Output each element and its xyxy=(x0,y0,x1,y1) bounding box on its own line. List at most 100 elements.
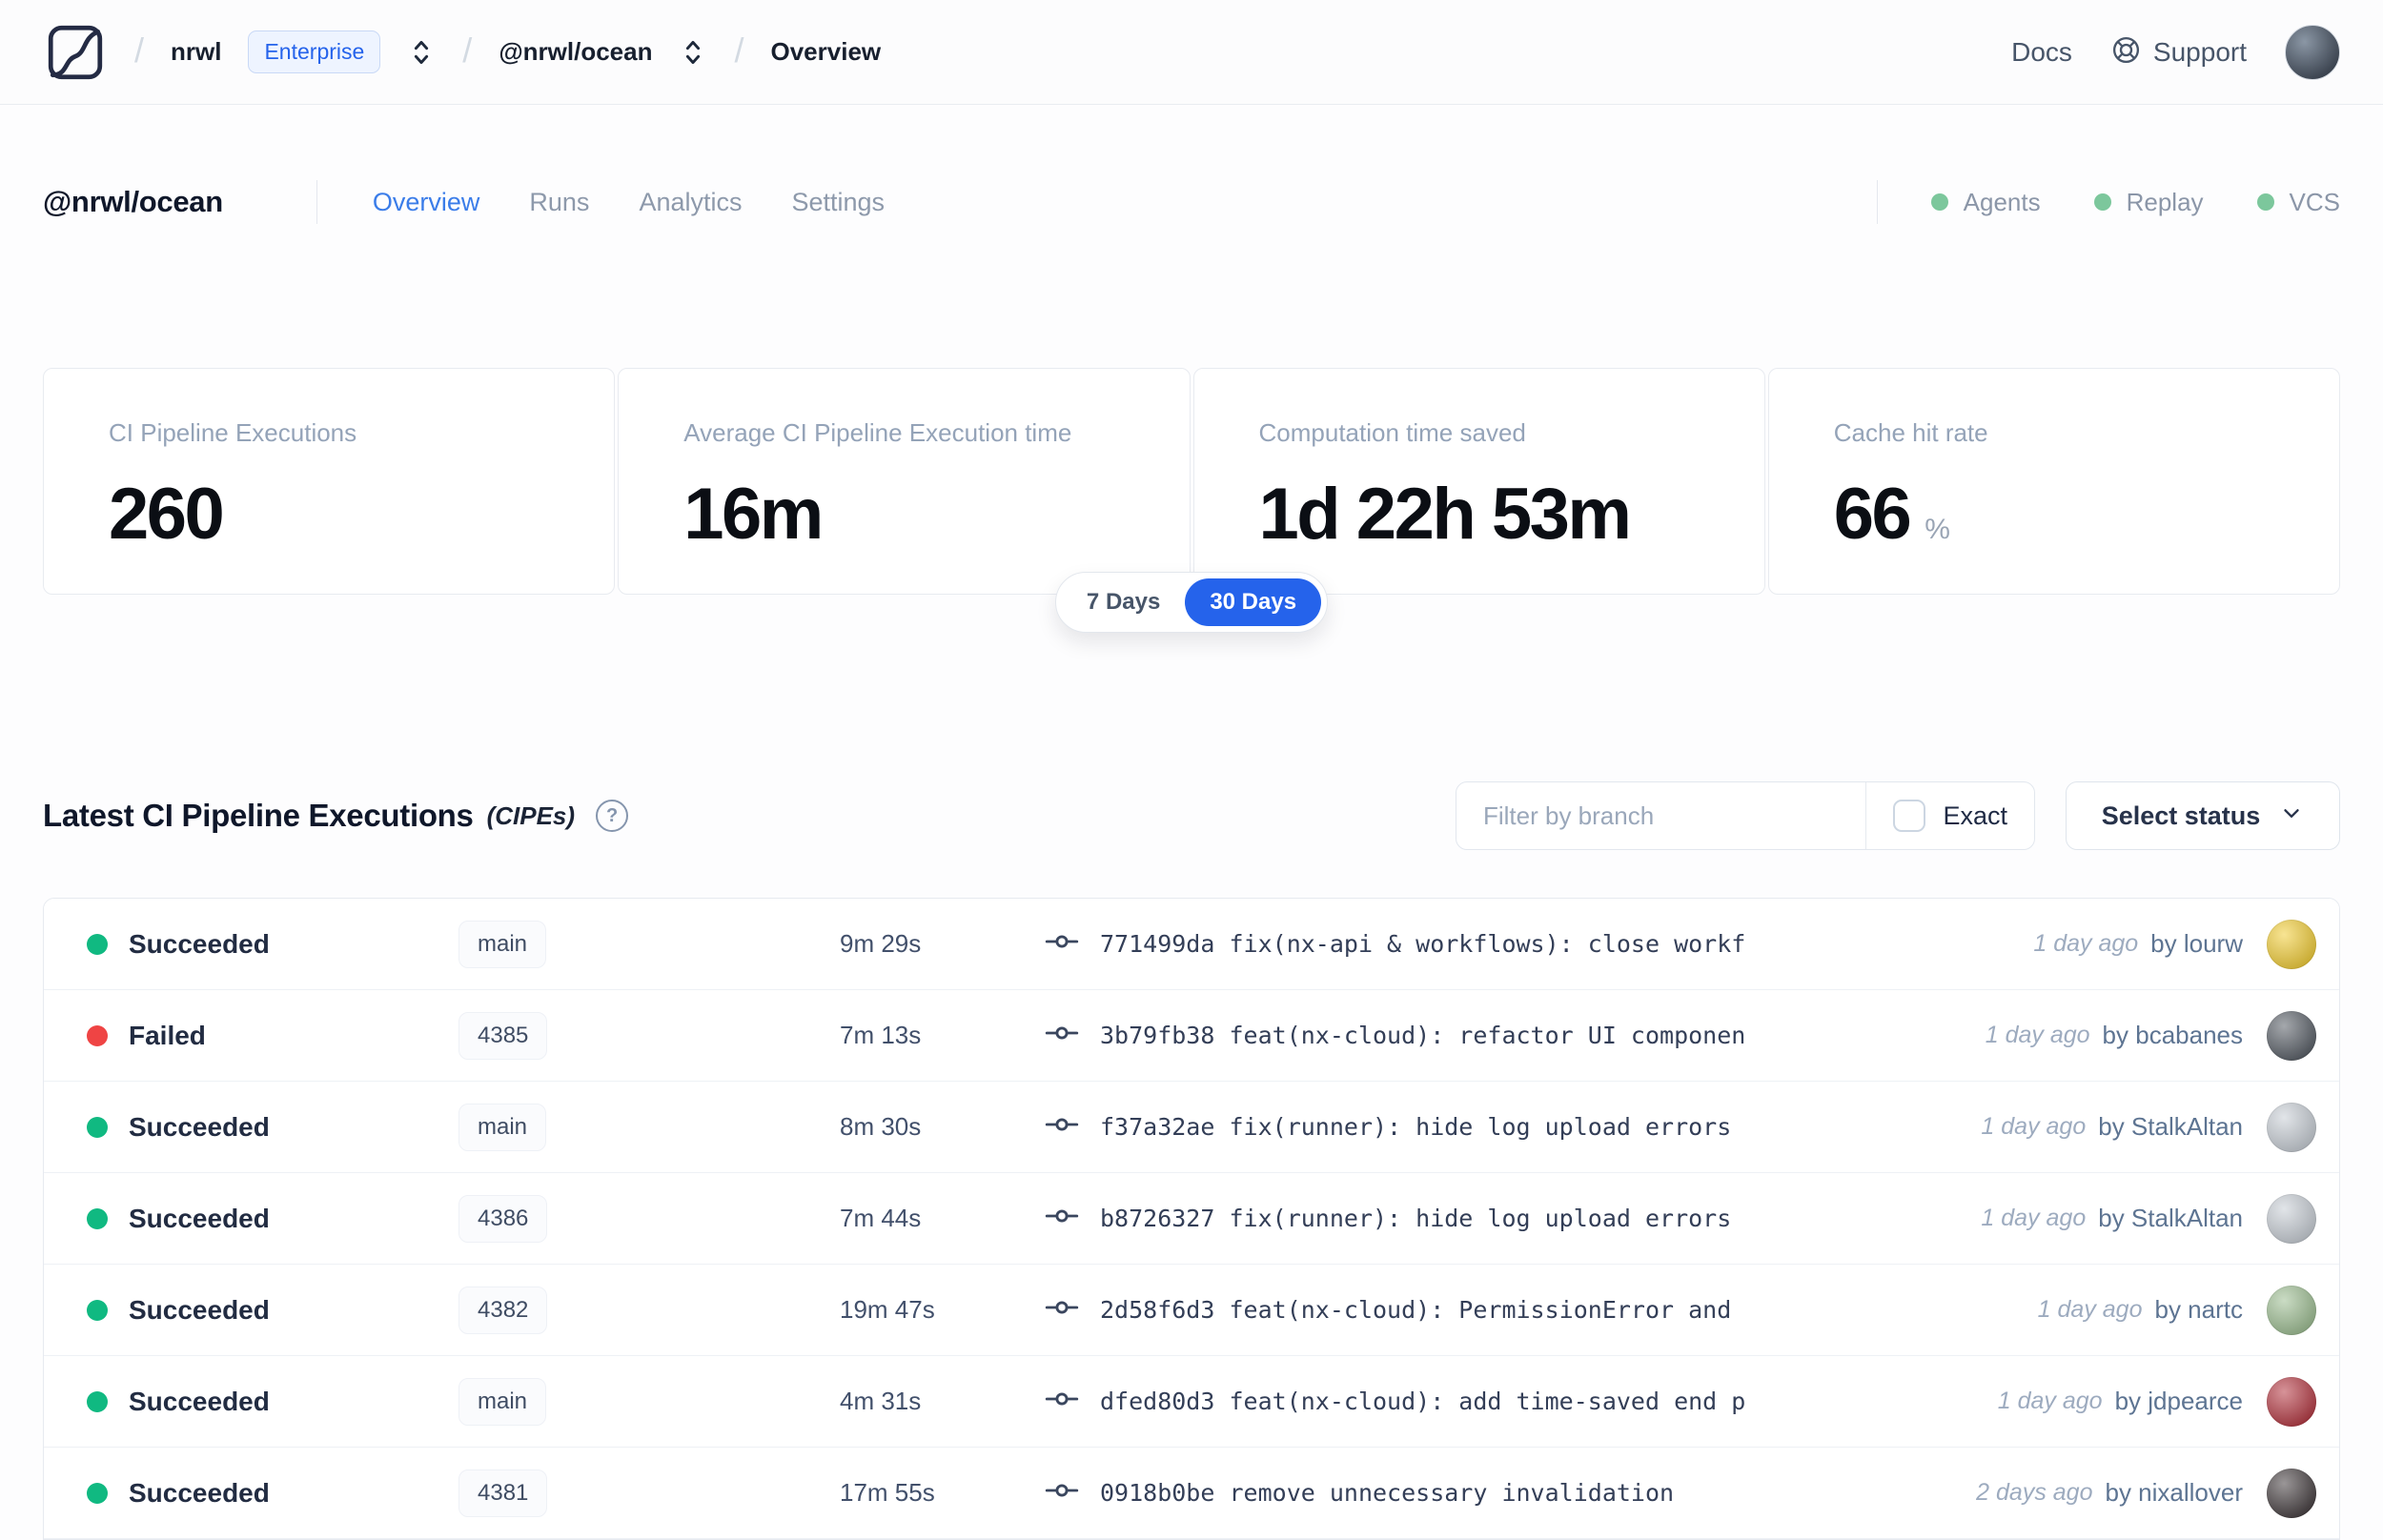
duration: 7m 13s xyxy=(840,1021,922,1049)
topbar: / nrwl Enterprise / @nrwl/ocean / Overvi… xyxy=(0,0,2383,105)
status-label: Succeeded xyxy=(129,1386,270,1416)
avatar[interactable] xyxy=(2267,1102,2316,1152)
table-row[interactable]: Succeeded main 8m 30s f37a32ae fix(runne… xyxy=(44,1082,2339,1173)
status-label: Succeeded xyxy=(129,1477,270,1508)
git-commit-icon xyxy=(1045,1016,1079,1055)
breadcrumb-org[interactable]: nrwl xyxy=(171,37,221,67)
status-label: Succeeded xyxy=(129,1294,270,1325)
status-dot xyxy=(87,933,108,955)
branch-badge[interactable]: main xyxy=(458,920,547,968)
green-status-dot xyxy=(1930,193,1948,211)
docs-link[interactable]: Docs xyxy=(2011,37,2072,68)
commit-message[interactable]: 0918b0be remove unnecessary invalidation xyxy=(1100,1479,1674,1507)
status-label: Failed xyxy=(129,1020,206,1050)
branch-badge[interactable]: 4382 xyxy=(458,1286,548,1334)
commit-message[interactable]: 771499da fix(nx-api & workflows): close … xyxy=(1100,930,1744,958)
table-row[interactable]: Succeeded main 4m 31s dfed80d3 feat(nx-c… xyxy=(44,1356,2339,1448)
status-agents: Agents xyxy=(1930,188,2041,217)
tab-settings[interactable]: Settings xyxy=(791,188,885,217)
status-dot xyxy=(87,1482,108,1504)
duration: 7m 44s xyxy=(840,1204,922,1232)
help-icon[interactable]: ? xyxy=(596,800,629,832)
branch-badge[interactable]: 4381 xyxy=(458,1469,548,1517)
breadcrumb-workspace[interactable]: @nrwl/ocean xyxy=(499,37,652,67)
divider xyxy=(316,180,317,224)
stat-card-computation-time-saved: Computation time saved 1d 22h 53m xyxy=(1192,368,1765,595)
branch-filter-input[interactable] xyxy=(1456,782,1866,849)
table-row[interactable]: Succeeded 4386 7m 44s b8726327 fix(runne… xyxy=(44,1173,2339,1265)
duration: 9m 29s xyxy=(840,929,922,958)
status-label: Succeeded xyxy=(129,1111,270,1142)
avatar[interactable] xyxy=(2267,1010,2316,1061)
section-title-note: (CIPEs) xyxy=(486,800,576,830)
avatar[interactable] xyxy=(2267,1376,2316,1427)
commit-message[interactable]: b8726327 fix(runner): hide log upload er… xyxy=(1100,1205,1744,1232)
cipe-table-body: Succeeded main 9m 29s 771499da fix(nx-ap… xyxy=(44,899,2339,1539)
green-status-dot xyxy=(2093,193,2111,211)
breadcrumb: / nrwl Enterprise / @nrwl/ocean / Overvi… xyxy=(43,20,881,85)
branch-badge[interactable]: main xyxy=(458,1103,547,1151)
time-ago: 1 day ago xyxy=(2037,1296,2143,1323)
duration: 4m 31s xyxy=(840,1387,922,1415)
commit-message[interactable]: 3b79fb38 feat(nx-cloud): refactor UI com… xyxy=(1100,1022,1744,1049)
workspace-header: @nrwl/ocean Overview Runs Analytics Sett… xyxy=(0,158,2383,246)
avatar[interactable] xyxy=(2267,1193,2316,1244)
org-switcher-icon[interactable] xyxy=(407,36,436,69)
stat-label: Average CI Pipeline Execution time xyxy=(683,418,1072,447)
tab-analytics[interactable]: Analytics xyxy=(639,188,742,217)
tab-runs[interactable]: Runs xyxy=(529,188,589,217)
avatar[interactable] xyxy=(2267,919,2316,969)
toggle-7-days[interactable]: 7 Days xyxy=(1062,578,1185,626)
branch-badge[interactable]: 4385 xyxy=(458,1011,548,1060)
enterprise-badge: Enterprise xyxy=(248,30,381,73)
nx-cloud-logo-icon[interactable] xyxy=(43,20,108,85)
status-label: Succeeded xyxy=(129,1203,270,1233)
status-dot xyxy=(87,1024,108,1046)
avatar[interactable] xyxy=(2267,1468,2316,1518)
support-link[interactable]: Support xyxy=(2110,34,2247,71)
select-status-dropdown[interactable]: Select status xyxy=(2066,781,2340,850)
branch-badge[interactable]: main xyxy=(458,1377,547,1426)
exact-checkbox[interactable] xyxy=(1893,800,1926,832)
section-title: Latest CI Pipeline Executions xyxy=(43,798,474,833)
cipe-table: Succeeded main 9m 29s 771499da fix(nx-ap… xyxy=(43,898,2340,1540)
stats-cards: CI Pipeline Executions 260 Average CI Pi… xyxy=(43,368,2340,595)
stat-label: Computation time saved xyxy=(1258,418,1526,447)
author: by StalkAltan xyxy=(2098,1204,2243,1232)
git-commit-icon xyxy=(1045,1290,1079,1329)
exact-toggle[interactable]: Exact xyxy=(1866,782,2034,849)
commit-message[interactable]: 2d58f6d3 feat(nx-cloud): PermissionError… xyxy=(1100,1296,1744,1324)
author: by jdpearce xyxy=(2114,1387,2243,1415)
stat-card-ci-pipeline-executions: CI Pipeline Executions 260 xyxy=(43,368,616,595)
workspace-switcher-icon[interactable] xyxy=(679,36,707,69)
green-status-dot xyxy=(2256,193,2274,211)
stat-label: Cache hit rate xyxy=(1833,418,1988,447)
commit-message[interactable]: f37a32ae fix(runner): hide log upload er… xyxy=(1100,1113,1744,1141)
time-ago: 1 day ago xyxy=(2033,930,2139,957)
status-dot xyxy=(87,1207,108,1229)
cipe-section-header: Latest CI Pipeline Executions (CIPEs) ? … xyxy=(43,781,2340,850)
table-row[interactable]: Succeeded 4381 17m 55s 0918b0be remove u… xyxy=(44,1448,2339,1539)
date-range-toggle: 7 Days 30 Days xyxy=(1054,572,1329,633)
avatar[interactable] xyxy=(2267,1285,2316,1335)
commit-hash: dfed80d3 xyxy=(1100,1388,1215,1415)
commit-hash: b8726327 xyxy=(1100,1205,1215,1232)
tab-overview[interactable]: Overview xyxy=(373,188,480,217)
table-row[interactable]: Succeeded main 9m 29s 771499da fix(nx-ap… xyxy=(44,899,2339,990)
author: by bcabanes xyxy=(2102,1021,2243,1049)
user-avatar[interactable] xyxy=(2285,24,2340,80)
status-dot xyxy=(87,1116,108,1138)
divider xyxy=(1876,180,1878,224)
branch-badge[interactable]: 4386 xyxy=(458,1194,548,1243)
time-ago: 1 day ago xyxy=(1997,1388,2103,1414)
breadcrumb-separator: / xyxy=(134,30,145,70)
branch-filter-group: Exact xyxy=(1456,781,2035,850)
table-row[interactable]: Failed 4385 7m 13s 3b79fb38 feat(nx-clou… xyxy=(44,990,2339,1082)
commit-hash: 3b79fb38 xyxy=(1100,1022,1215,1049)
stat-card-cache-hit-rate: Cache hit rate 66% xyxy=(1767,368,2340,595)
git-commit-icon xyxy=(1045,1473,1079,1512)
table-row[interactable]: Succeeded 4382 19m 47s 2d58f6d3 feat(nx-… xyxy=(44,1265,2339,1356)
breadcrumb-separator: / xyxy=(462,30,473,70)
commit-message[interactable]: dfed80d3 feat(nx-cloud): add time-saved … xyxy=(1100,1388,1744,1415)
toggle-30-days[interactable]: 30 Days xyxy=(1185,578,1322,626)
